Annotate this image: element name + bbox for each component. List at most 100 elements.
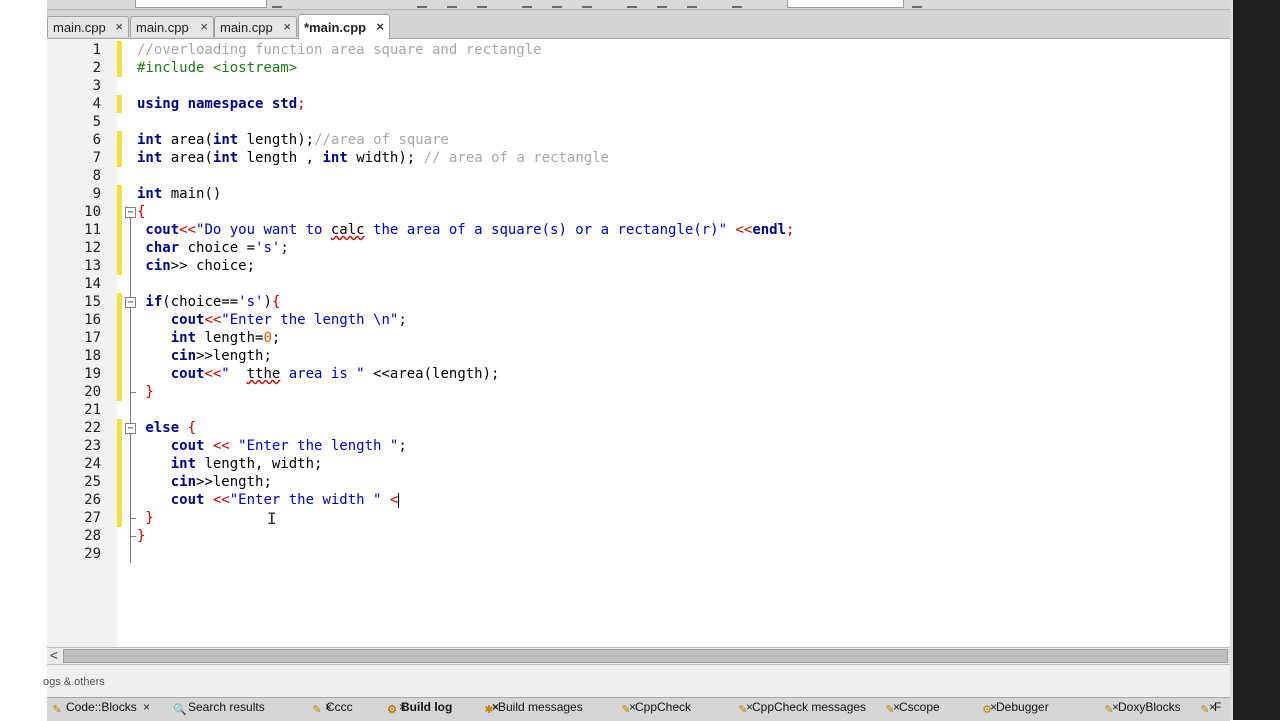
code-line[interactable]: char choice ='s'; [137, 239, 289, 257]
code-line[interactable]: cout<<"Do you want to calc the area of a… [137, 221, 794, 239]
logs-tab-debugger[interactable]: ⚙ Debugger × [981, 700, 1119, 720]
cppcheck-icon: ✎ [621, 704, 631, 716]
code-line[interactable]: } [137, 383, 154, 401]
code-line[interactable]: } [137, 509, 154, 527]
line-number: 7 [92, 150, 101, 166]
code-line[interactable]: int length, width; [137, 455, 323, 473]
code-token: cout [137, 366, 205, 382]
toolbar-icon[interactable] [912, 0, 922, 8]
logs-tab-f[interactable]: ✎ F [1199, 700, 1221, 720]
code-line[interactable]: cin>> choice; [137, 257, 255, 275]
code-line[interactable]: using namespace std; [137, 95, 306, 113]
code-line[interactable]: int length=0; [137, 329, 281, 347]
line-number: 25 [84, 474, 101, 490]
code-token: int [212, 150, 239, 166]
code-token: 's' [255, 240, 281, 256]
fold-toggle-icon[interactable]: − [125, 297, 136, 308]
code-line[interactable]: int main() [137, 185, 221, 203]
code-token: } [137, 384, 154, 400]
code-token: ( [204, 150, 213, 166]
code-token: int [137, 330, 197, 346]
logs-tab-cscope[interactable]: ✎ Cscope × [884, 700, 997, 720]
logs-tab-code-blocks[interactable]: ✎ Code::Blocks × [51, 700, 150, 720]
close-icon[interactable]: × [376, 19, 384, 34]
fold-guide [130, 537, 131, 563]
doxyblocks-icon: ✎ [1104, 704, 1114, 716]
code-token: #include <iostream> [137, 60, 298, 76]
toolbar-combo-left[interactable] [135, 0, 267, 8]
code-line[interactable]: int area(int length , int width); // are… [137, 149, 609, 167]
toolbar-icon[interactable] [732, 0, 742, 8]
code-token: 's' [238, 294, 264, 310]
toolbar-icon[interactable] [627, 0, 637, 8]
logs-tab-doxyblocks[interactable]: ✎ DoxyBlocks × [1103, 700, 1216, 720]
logs-tab-search-results[interactable]: 🔍Search results × [173, 700, 332, 720]
toolbar-icon[interactable] [477, 0, 487, 8]
code-token: } [137, 528, 146, 544]
code-token: } [137, 510, 154, 526]
close-icon[interactable]: × [115, 19, 123, 34]
toolbar-icon[interactable] [687, 0, 697, 8]
close-icon[interactable]: × [283, 19, 291, 34]
code-line[interactable]: { [137, 203, 145, 221]
fold-guide [130, 434, 131, 518]
code-line[interactable]: cout<<"Enter the length \n"; [137, 311, 407, 329]
toolbar-icon[interactable] [417, 0, 427, 8]
toolbar-icon[interactable] [582, 0, 592, 8]
fold-toggle-icon[interactable]: − [125, 423, 136, 434]
line-number: 24 [84, 456, 101, 472]
close-icon[interactable]: × [143, 700, 150, 714]
code-line[interactable]: //overloading function area square and r… [137, 41, 542, 59]
fold-toggle-icon[interactable]: − [125, 207, 136, 218]
toolbar-combo-right[interactable] [787, 0, 904, 8]
toolbar-icon[interactable] [447, 0, 457, 8]
code-line[interactable]: cin>>length; [137, 347, 272, 365]
code-token: using namespace std [137, 96, 298, 112]
line-number-gutter: 1 2 3 4 5 6 7 8 9 10 11 12 13 14 15 16 17 18 19 20 21 22 23 24 2… [47, 39, 117, 647]
code-editor[interactable]: 1 2 3 4 5 6 7 8 9 10 11 12 13 14 15 16 17 18 19 20 21 22 23 24 2… [47, 39, 1230, 647]
code-line[interactable]: else { [137, 419, 196, 437]
line-number: 12 [84, 240, 101, 256]
fold-margin[interactable]: − − − [122, 39, 137, 647]
logs-tab-cppcheck-messages[interactable]: ✎ CppCheck messages × [737, 700, 900, 720]
scrollbar-thumb[interactable] [63, 649, 1228, 663]
editor-tab-active[interactable]: *main.cpp × [298, 14, 390, 39]
code-token: "Enter the length " [238, 438, 399, 454]
editor-tab[interactable]: main.cpp × [130, 16, 214, 37]
code-line[interactable]: if(choice=='s'){ [137, 293, 280, 311]
line-number: 13 [84, 258, 101, 274]
code-line[interactable]: cout<<" tthe area is " <<area(length); [137, 365, 500, 383]
code-token: length, width; [196, 456, 323, 472]
horizontal-scrollbar[interactable]: < [47, 647, 1230, 665]
editor-tab[interactable]: main.cpp × [47, 16, 129, 37]
code-line[interactable]: #include <iostream> [137, 59, 297, 77]
code-line[interactable]: cout << "Enter the length "; [137, 437, 407, 455]
code-token: ; [280, 240, 289, 256]
toolbar-icon[interactable] [657, 0, 667, 8]
scroll-left-icon[interactable]: < [47, 647, 61, 665]
code-token: cout [137, 438, 205, 454]
code-token: { [271, 294, 281, 310]
ibeam-cursor-icon: I [267, 509, 277, 528]
toolbar-dropdown-icon[interactable] [272, 0, 282, 8]
line-number: 3 [92, 78, 101, 94]
logs-tab-label: CppCheck messages [752, 700, 867, 714]
code-line[interactable]: cout <<"Enter the width " < [137, 491, 399, 509]
close-icon[interactable]: × [200, 19, 208, 34]
logs-tab-label: Cscope [899, 700, 940, 714]
toolbar-icon[interactable] [552, 0, 562, 8]
logs-tab-cccc[interactable]: ✎ Cccc × [311, 700, 406, 720]
code-token: endl [752, 222, 787, 238]
editor-tab[interactable]: main.cpp × [214, 16, 297, 37]
code-line[interactable]: int area(int length);//area of square [137, 131, 449, 149]
code-line[interactable]: } [137, 527, 145, 545]
toolbar-icon[interactable] [522, 0, 532, 8]
logs-tab-build-log[interactable]: ⚙ Build log × [386, 700, 499, 720]
code-token: choice; [187, 258, 256, 274]
code-line[interactable]: cin>>length; [137, 473, 272, 491]
logs-tab-build-messages[interactable]: ✱ Build messages × [483, 700, 636, 720]
cscope-icon: ✎ [885, 704, 895, 716]
logs-tab-cppcheck[interactable]: ✎ CppCheck × [620, 700, 753, 720]
line-number: 14 [84, 276, 101, 292]
code-token: // area of a rectangle [423, 150, 610, 166]
